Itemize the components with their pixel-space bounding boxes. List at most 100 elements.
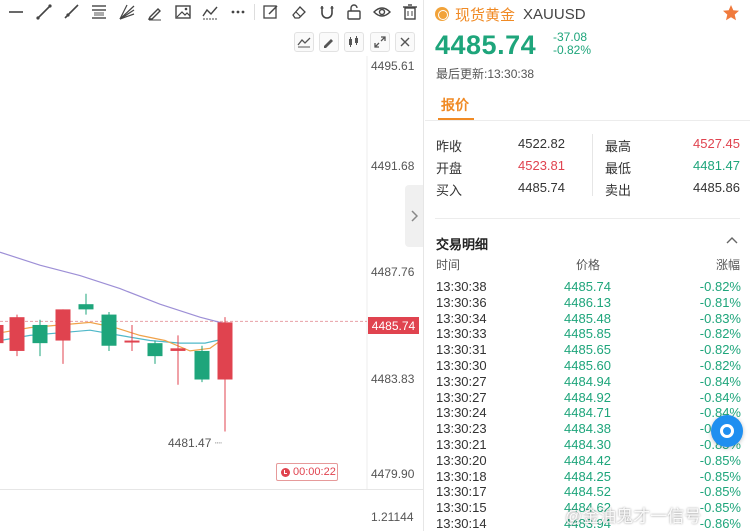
list-item: 13:30:18 4484.25 -0.85% xyxy=(436,469,741,485)
candle-type-icon[interactable] xyxy=(344,32,364,52)
trade-time: 13:30:30 xyxy=(436,357,487,373)
trade-price: 4484.30 xyxy=(564,436,611,452)
list-item: 13:30:38 4485.74 -0.82% xyxy=(436,279,741,295)
watermark: @金油鬼才一信号 xyxy=(565,507,702,526)
trade-price: 4485.60 xyxy=(564,357,611,373)
more-icon[interactable] xyxy=(224,1,252,23)
trade-price: 4484.71 xyxy=(564,405,611,421)
chevron-up-icon[interactable] xyxy=(726,236,738,244)
clock-icon xyxy=(281,467,290,477)
list-item: 13:30:214484.30-0.85% xyxy=(436,437,741,453)
trade-time: 13:30:31 xyxy=(436,342,487,358)
low-price-annotation: 4481.47 ┈ xyxy=(168,436,222,450)
tab-quote[interactable]: 报价 xyxy=(441,95,469,115)
trade-time: 13:30:23 xyxy=(436,421,487,437)
trade-change: -0.85% xyxy=(699,500,741,516)
indicator-icon[interactable] xyxy=(294,32,314,52)
trade-change: -0.83% xyxy=(699,310,741,326)
column-header-change: 涨幅 xyxy=(715,258,740,272)
candle-countdown: 00:00:22 xyxy=(276,463,338,481)
candle-body xyxy=(101,314,117,346)
favorite-star-icon[interactable] xyxy=(722,4,740,22)
quote-row: 昨收 4522.82 最高 4527.45 xyxy=(436,134,740,156)
y-axis-label: 4487.76 xyxy=(371,265,415,279)
trend-line-icon[interactable] xyxy=(30,1,58,23)
list-item: 13:30:20 4484.42 -0.85% xyxy=(436,453,741,469)
y-axis-label: 4483.83 xyxy=(371,372,415,386)
candlestick-chart[interactable] xyxy=(0,56,368,489)
trade-time: 13:30:34 xyxy=(436,310,487,326)
quote-label: 最低 xyxy=(605,161,632,176)
quote-value: 4527.45 xyxy=(693,136,740,151)
section-divider xyxy=(435,218,740,219)
change-percent: -0.82% xyxy=(553,43,592,57)
magnet-icon[interactable] xyxy=(313,1,341,23)
drawing-toolbar xyxy=(0,0,424,24)
trade-price: 4486.13 xyxy=(564,294,611,310)
pencil-icon[interactable] xyxy=(141,1,169,23)
trash-icon[interactable] xyxy=(396,1,424,23)
list-item: 13:30:27 4484.92 -0.84% xyxy=(436,390,741,406)
edit-icon[interactable] xyxy=(257,1,285,23)
trade-change: -0.82% xyxy=(699,357,741,373)
trade-price: 4484.52 xyxy=(564,484,611,500)
trade-change: -0.82% xyxy=(699,326,741,342)
candle-body xyxy=(0,324,4,344)
chat-float-button[interactable] xyxy=(711,415,743,447)
list-item: 13:30:33 4485.85 -0.82% xyxy=(436,326,741,342)
quote-row: 开盘 4523.81 最低 4481.47 xyxy=(436,156,740,178)
fullscreen-icon[interactable] xyxy=(370,32,390,52)
list-item: 13:30:234484.38-0.85% xyxy=(436,421,741,437)
trade-price: 4485.65 xyxy=(564,342,611,358)
list-item: 13:30:36 4486.13 -0.81% xyxy=(436,295,741,311)
collapse-panel-button[interactable] xyxy=(405,185,423,247)
trade-time: 13:30:27 xyxy=(436,373,487,389)
column-header-time: 时间 xyxy=(436,258,461,272)
candle-body xyxy=(124,340,140,343)
countdown-text: 00:00:22 xyxy=(293,466,336,478)
tab-divider xyxy=(425,120,750,121)
quote-label: 最高 xyxy=(605,139,632,154)
trade-price: 4485.48 xyxy=(564,310,611,326)
image-icon[interactable] xyxy=(169,1,197,23)
last-price: 4485.74 xyxy=(435,30,537,60)
eraser-icon[interactable] xyxy=(285,1,313,23)
trade-change: -0.85% xyxy=(699,452,741,468)
quote-row: 买入 4485.74 卖出 4485.86 xyxy=(436,178,740,200)
list-item: 13:30:34 4485.48 -0.83% xyxy=(436,311,741,327)
trade-time: 13:30:21 xyxy=(436,436,487,452)
trade-change: -0.85% xyxy=(699,484,741,500)
gann-fan-icon[interactable] xyxy=(113,1,141,23)
trade-time: 13:30:17 xyxy=(436,484,487,500)
trade-time: 13:30:33 xyxy=(436,326,487,342)
column-header-price: 价格 xyxy=(576,258,601,272)
quote-label: 买入 xyxy=(436,183,463,198)
list-item: 13:30:30 4485.60 -0.82% xyxy=(436,358,741,374)
trade-time: 13:30:36 xyxy=(436,294,487,310)
candle-body xyxy=(55,309,71,341)
list-item: 13:30:31 4485.65 -0.82% xyxy=(436,342,741,358)
fibonacci-icon[interactable] xyxy=(85,1,113,23)
trade-change: -0.82% xyxy=(699,342,741,358)
quote-value: 4522.82 xyxy=(518,136,565,151)
trade-change: -0.84% xyxy=(699,373,741,389)
close-icon[interactable] xyxy=(395,32,415,52)
chart-controls xyxy=(294,32,364,52)
trade-change: -0.86% xyxy=(699,515,741,531)
eye-icon[interactable] xyxy=(368,1,396,23)
trade-time: 13:30:20 xyxy=(436,452,487,468)
ray-line-icon[interactable] xyxy=(58,1,86,23)
line-chart-icon[interactable] xyxy=(197,1,225,23)
trade-time: 13:30:18 xyxy=(436,468,487,484)
candle-body xyxy=(170,348,186,351)
lock-icon[interactable] xyxy=(341,1,369,23)
trade-time: 13:30:14 xyxy=(436,515,487,531)
low-price-value: 4481.47 xyxy=(168,436,212,450)
gold-coin-icon xyxy=(435,7,449,21)
trade-time: 13:30:38 xyxy=(436,279,487,294)
draw-icon[interactable] xyxy=(319,32,339,52)
trade-change: -0.84% xyxy=(699,389,741,405)
horizontal-line-icon[interactable] xyxy=(2,1,30,23)
quote-table: 昨收 4522.82 最高 4527.45 开盘 4523.81 最低 4481… xyxy=(436,134,740,200)
ma-line-purple xyxy=(0,251,231,326)
